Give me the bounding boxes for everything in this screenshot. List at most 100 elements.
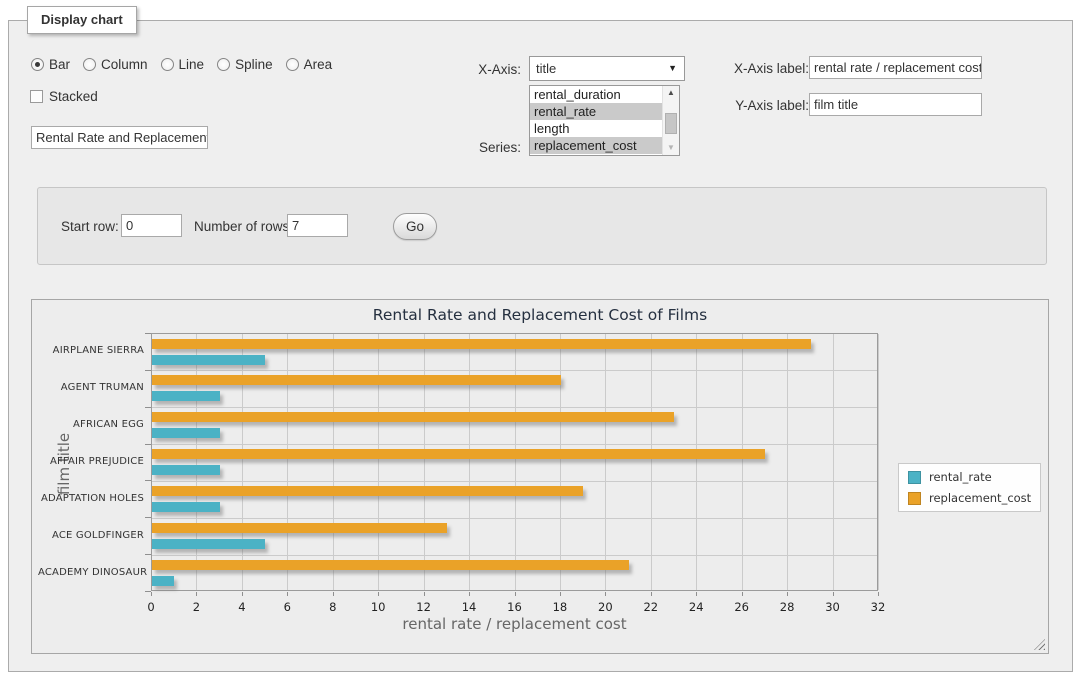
go-button[interactable]: Go bbox=[393, 213, 437, 240]
stacked-checkbox-row[interactable]: Stacked bbox=[30, 89, 98, 104]
gridline-vertical bbox=[787, 334, 788, 590]
chart-type-radio-bar[interactable]: Bar bbox=[31, 57, 70, 72]
x-tick-label: 30 bbox=[813, 600, 853, 614]
scrollbar-thumb[interactable] bbox=[665, 113, 677, 134]
bar-rental_rate[interactable] bbox=[152, 465, 220, 475]
panel-legend: Display chart bbox=[27, 6, 137, 34]
y-tick-mark bbox=[145, 407, 151, 408]
x-tick-label: 28 bbox=[767, 600, 807, 614]
category-label: AFFAIR PREJUDICE bbox=[38, 456, 144, 467]
bar-replacement_cost[interactable] bbox=[152, 449, 765, 459]
x-tick-mark bbox=[151, 592, 152, 596]
bar-replacement_cost[interactable] bbox=[152, 523, 447, 533]
number-of-rows-label: Number of rows: bbox=[194, 219, 293, 234]
bar-replacement_cost[interactable] bbox=[152, 339, 811, 349]
bar-rental_rate[interactable] bbox=[152, 428, 220, 438]
chart-container: Rental Rate and Replacement Cost of Film… bbox=[31, 299, 1049, 654]
x-tick-label: 12 bbox=[404, 600, 444, 614]
bar-replacement_cost[interactable] bbox=[152, 560, 629, 570]
gridline-vertical bbox=[560, 334, 561, 590]
x-axis-title-input[interactable]: rental rate / replacement cost bbox=[809, 56, 982, 79]
gridline-vertical bbox=[424, 334, 425, 590]
bar-rental_rate[interactable] bbox=[152, 576, 174, 586]
radio-icon[interactable] bbox=[161, 58, 174, 71]
chart-title: Rental Rate and Replacement Cost of Film… bbox=[32, 306, 1048, 324]
gridline-vertical bbox=[515, 334, 516, 590]
start-row-input[interactable]: 0 bbox=[121, 214, 182, 237]
legend-swatch-rental_rate bbox=[908, 471, 921, 484]
start-row-label: Start row: bbox=[61, 219, 119, 234]
gridline-horizontal bbox=[152, 555, 877, 556]
scroll-down-icon[interactable]: ▼ bbox=[663, 141, 679, 155]
radio-icon[interactable] bbox=[83, 58, 96, 71]
radio-label: Column bbox=[101, 57, 148, 72]
series-option-rental_duration[interactable]: rental_duration bbox=[530, 86, 662, 103]
x-tick-label: 14 bbox=[449, 600, 489, 614]
number-of-rows-input[interactable]: 7 bbox=[287, 214, 348, 237]
x-tick-mark bbox=[742, 592, 743, 596]
series-option-rental_rate[interactable]: rental_rate bbox=[530, 103, 662, 120]
x-tick-mark bbox=[560, 592, 561, 596]
y-tick-mark bbox=[145, 333, 151, 334]
x-tick-label: 8 bbox=[313, 600, 353, 614]
bar-replacement_cost[interactable] bbox=[152, 486, 583, 496]
radio-icon[interactable] bbox=[286, 58, 299, 71]
resize-handle-icon[interactable] bbox=[1034, 639, 1045, 650]
x-axis-select-value: title bbox=[536, 61, 556, 76]
chart-x-axis-title: rental rate / replacement cost bbox=[151, 615, 878, 633]
chart-type-radio-column[interactable]: Column bbox=[83, 57, 148, 72]
x-tick-label: 22 bbox=[631, 600, 671, 614]
x-axis-select[interactable]: title ▼ bbox=[529, 56, 685, 81]
radio-icon[interactable] bbox=[217, 58, 230, 71]
bar-replacement_cost[interactable] bbox=[152, 375, 561, 385]
x-tick-label: 10 bbox=[358, 600, 398, 614]
bar-replacement_cost[interactable] bbox=[152, 412, 674, 422]
series-listbox[interactable]: rental_durationrental_ratelengthreplacem… bbox=[529, 85, 680, 156]
x-tick-label: 24 bbox=[676, 600, 716, 614]
bar-rental_rate[interactable] bbox=[152, 502, 220, 512]
gridline-vertical bbox=[242, 334, 243, 590]
x-tick-label: 16 bbox=[495, 600, 535, 614]
bar-rental_rate[interactable] bbox=[152, 391, 220, 401]
chart-type-radio-group: Bar Column Line Spline Area bbox=[31, 57, 332, 72]
y-axis-title-input[interactable]: film title bbox=[809, 93, 982, 116]
series-option-length[interactable]: length bbox=[530, 120, 662, 137]
category-label: ACE GOLDFINGER bbox=[38, 530, 144, 541]
gridline-vertical bbox=[696, 334, 697, 590]
row-range-panel: Start row: 0 Number of rows: 7 Go bbox=[37, 187, 1047, 265]
chart-type-radio-line[interactable]: Line bbox=[161, 57, 205, 72]
x-tick-mark bbox=[378, 592, 379, 596]
y-tick-mark bbox=[145, 370, 151, 371]
x-tick-mark bbox=[333, 592, 334, 596]
listbox-scrollbar[interactable]: ▲ ▼ bbox=[662, 86, 679, 155]
series-option-replacement_cost[interactable]: replacement_cost bbox=[530, 137, 662, 154]
legend-item-replacement_cost: replacement_cost bbox=[908, 491, 1031, 505]
gridline-vertical bbox=[378, 334, 379, 590]
x-tick-mark bbox=[833, 592, 834, 596]
category-label: ADAPTATION HOLES bbox=[38, 493, 144, 504]
radio-icon[interactable] bbox=[31, 58, 44, 71]
display-chart-panel: Display chart BarColumnLineSplineArea St… bbox=[8, 20, 1073, 672]
bar-rental_rate[interactable] bbox=[152, 539, 265, 549]
chart-title-input[interactable]: Rental Rate and Replacement Cost of Film… bbox=[31, 126, 208, 149]
legend-label: replacement_cost bbox=[929, 491, 1031, 505]
x-axis-select-label: X-Axis: bbox=[439, 62, 521, 77]
scroll-up-icon[interactable]: ▲ bbox=[663, 86, 679, 100]
category-label: AFRICAN EGG bbox=[38, 419, 144, 430]
series-listbox-label: Series: bbox=[439, 140, 521, 155]
stacked-checkbox[interactable] bbox=[30, 90, 43, 103]
x-tick-label: 2 bbox=[176, 600, 216, 614]
bar-rental_rate[interactable] bbox=[152, 355, 265, 365]
chart-type-radio-spline[interactable]: Spline bbox=[217, 57, 273, 72]
select-dropdown-arrow-icon: ▼ bbox=[668, 57, 677, 80]
legend-item-rental_rate: rental_rate bbox=[908, 470, 1031, 484]
x-tick-label: 32 bbox=[858, 600, 898, 614]
chart-type-radio-area[interactable]: Area bbox=[286, 57, 333, 72]
gridline-horizontal bbox=[152, 444, 877, 445]
x-axis-title-label: X-Axis label: bbox=[697, 61, 809, 76]
y-tick-mark bbox=[145, 591, 151, 592]
gridline-horizontal bbox=[152, 407, 877, 408]
y-tick-mark bbox=[145, 480, 151, 481]
gridline-vertical bbox=[605, 334, 606, 590]
x-tick-label: 18 bbox=[540, 600, 580, 614]
